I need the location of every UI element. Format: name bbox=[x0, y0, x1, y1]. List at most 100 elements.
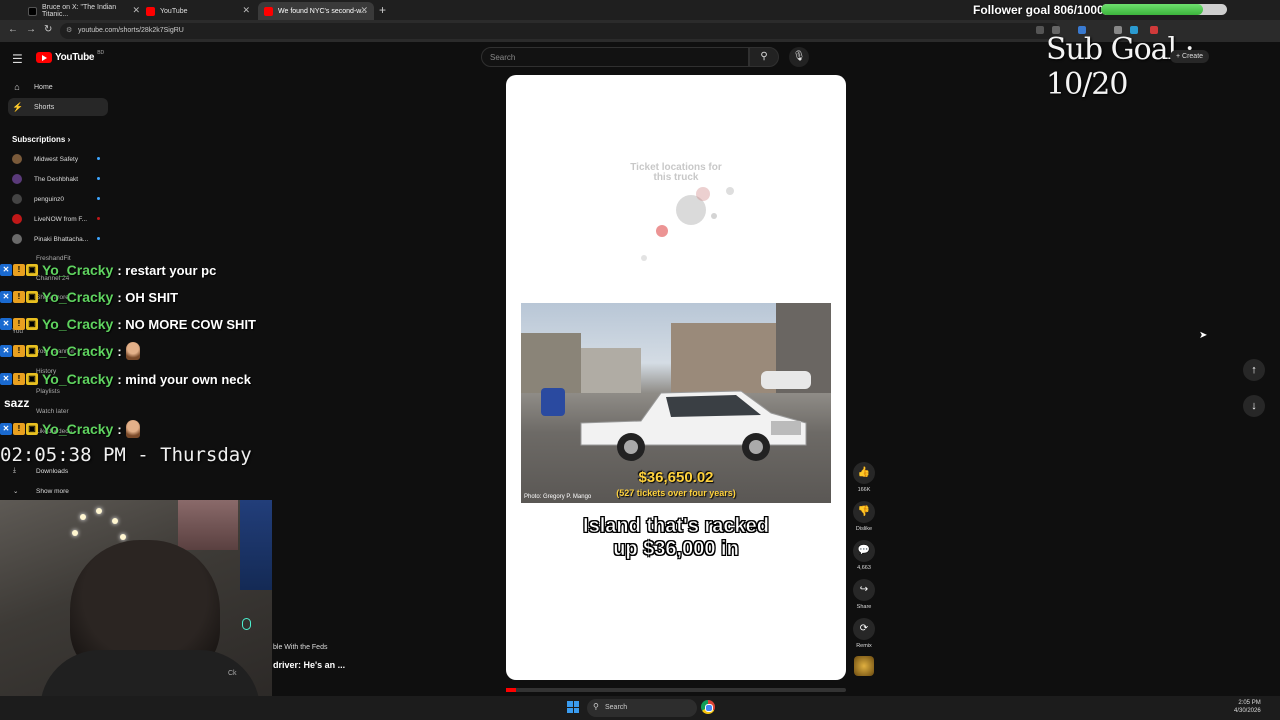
video-caption: Island that's racked up $36,000 in bbox=[506, 515, 846, 561]
sub-name: Pinaki Bhattacha... bbox=[34, 235, 89, 243]
chat-text: : OH SHIT bbox=[117, 289, 179, 305]
blue-car bbox=[541, 388, 565, 416]
close-icon[interactable]: ✕ bbox=[132, 5, 140, 16]
create-button[interactable]: + Create bbox=[1170, 50, 1210, 63]
follower-goal-label: Follower goal 806/1000 bbox=[973, 3, 1104, 17]
background-video-title: ble With the Feds bbox=[273, 644, 328, 651]
sidebar-sub-item[interactable]: Midwest Safety bbox=[12, 154, 100, 164]
voice-search-button[interactable]: 🎙 bbox=[789, 47, 809, 67]
comment-button[interactable]: 💬 4,663 bbox=[852, 540, 876, 571]
remix-button[interactable]: ⟳ Remix bbox=[852, 618, 876, 649]
chat-username: Yo_Cracky bbox=[42, 262, 114, 278]
search-input[interactable]: Search bbox=[481, 47, 749, 67]
download-icon: ⤓ bbox=[13, 467, 16, 474]
site-info-icon[interactable]: ⚙ bbox=[66, 26, 72, 34]
sidebar-item-faded[interactable]: Watch later bbox=[36, 408, 69, 415]
extension-icon[interactable] bbox=[1036, 26, 1044, 34]
next-short-button[interactable]: ↓ bbox=[1243, 395, 1265, 417]
taskbar-time: 2:05 PM bbox=[1238, 700, 1261, 706]
chat-username: Yo_Cracky bbox=[42, 343, 114, 359]
tab-label: Bruce on X: "The Indian Titanic... bbox=[42, 4, 117, 18]
sidebar-sub-item[interactable]: LiveNOW from F... bbox=[12, 214, 100, 224]
chat-badges: ✕! ▣ bbox=[0, 264, 38, 276]
follower-goal-bar bbox=[1101, 4, 1227, 15]
badge-icon: ! bbox=[13, 423, 25, 435]
dislike-button[interactable]: 👎 Dislike bbox=[852, 501, 876, 532]
tab-label: YouTube bbox=[160, 7, 188, 15]
chat-message: ✕! ▣ Yo_Cracky: bbox=[0, 341, 140, 361]
white-pickup-truck bbox=[580, 390, 807, 461]
search-button[interactable]: ⚲ bbox=[749, 47, 779, 67]
badge-icon: ! bbox=[13, 291, 25, 303]
chat-badges: ✕! ▣ bbox=[0, 291, 38, 303]
badge-icon: ✕ bbox=[0, 291, 12, 303]
avatar bbox=[12, 214, 22, 224]
youtube-icon bbox=[146, 6, 155, 16]
truck-photo: $36,650.02 (527 tickets over four years)… bbox=[521, 303, 831, 503]
taskbar-clock[interactable]: 2:05 PM 4/30/2026 bbox=[1234, 699, 1261, 715]
channel-avatar[interactable] bbox=[854, 656, 874, 676]
back-icon[interactable]: ← bbox=[8, 24, 18, 35]
logo-country: BD bbox=[97, 49, 105, 56]
sidebar-item-faded[interactable]: Playlists bbox=[36, 388, 60, 395]
ticket-location-map bbox=[636, 185, 766, 285]
avatar bbox=[12, 174, 22, 184]
arrow-down-icon: ↓ bbox=[1251, 400, 1257, 412]
photo-credit: Photo: Gregory P. Mango bbox=[524, 494, 592, 500]
url-field[interactable]: ⚙ youtube.com/shorts/28k2k7SigRU bbox=[60, 23, 1060, 39]
sub-name: penguinz0 bbox=[34, 195, 64, 203]
subscriptions-heading[interactable]: Subscriptions › bbox=[12, 135, 70, 144]
subscriptions-label: Subscriptions bbox=[12, 135, 66, 144]
logo-text: YouTube bbox=[55, 52, 95, 63]
tab-label: We found NYC's second-w... bbox=[278, 7, 367, 15]
new-content-dot bbox=[97, 177, 100, 180]
badge-icon: ✕ bbox=[0, 423, 12, 435]
video-progress-bar[interactable] bbox=[506, 688, 846, 692]
webcam-feed: Ck bbox=[0, 500, 272, 720]
screen: Bruce on X: "The Indian Titanic... ✕ You… bbox=[0, 0, 1280, 720]
chat-text: : NO MORE COW SHIT bbox=[117, 316, 257, 332]
sidebar-sub-item[interactable]: penguinz0 bbox=[12, 194, 100, 204]
previous-short-button[interactable]: ↑ bbox=[1243, 359, 1265, 381]
new-tab-button[interactable]: + bbox=[379, 3, 386, 17]
remix-icon: ⟳ bbox=[853, 618, 875, 640]
chat-text: : bbox=[117, 421, 122, 437]
reload-icon[interactable]: ↻ bbox=[44, 24, 52, 35]
like-button[interactable]: 👍 166K bbox=[852, 462, 876, 493]
chat-badges: ✕! ▣ bbox=[0, 318, 38, 330]
share-button[interactable]: ↪ Share bbox=[852, 579, 876, 610]
chat-username: Yo_Cracky bbox=[42, 421, 114, 437]
badge-icon: ✕ bbox=[0, 373, 12, 385]
close-icon[interactable]: ✕ bbox=[242, 5, 250, 16]
new-content-dot bbox=[97, 237, 100, 240]
sidebar-item-downloads[interactable]: Downloads bbox=[36, 468, 68, 475]
sidebar-item-shorts[interactable]: ⚡ Shorts bbox=[8, 98, 108, 116]
sidebar-item-label: Shorts bbox=[34, 103, 55, 111]
windows-start-icon[interactable] bbox=[567, 701, 579, 713]
taskbar-search[interactable]: ⚲ Search bbox=[587, 699, 697, 717]
chrome-icon[interactable] bbox=[701, 700, 715, 714]
menu-icon[interactable]: ☰ bbox=[12, 52, 23, 66]
dislike-icon: 👎 bbox=[853, 501, 875, 523]
sidebar-sub-item[interactable]: Pinaki Bhattacha... bbox=[12, 234, 100, 244]
badge-icon: ! bbox=[13, 373, 25, 385]
home-icon: ⌂ bbox=[14, 82, 20, 92]
shorts-player[interactable]: Ticket locations for this truck $36,650.… bbox=[506, 75, 846, 680]
badge-icon: ▣ bbox=[26, 291, 38, 303]
youtube-logo[interactable]: YouTube BD bbox=[36, 49, 105, 63]
close-icon[interactable]: ✕ bbox=[360, 5, 368, 16]
chevron-down-icon: ⌄ bbox=[13, 488, 19, 495]
forward-icon[interactable]: → bbox=[26, 24, 36, 35]
badge-icon: ✕ bbox=[0, 264, 12, 276]
chat-message: ✕! ▣ Yo_Cracky: mind your own neck bbox=[0, 369, 251, 389]
follower-goal-fill bbox=[1101, 4, 1203, 15]
show-more-button[interactable]: Show more bbox=[36, 488, 69, 495]
sidebar-sub-item[interactable]: The Deshbhakt bbox=[12, 174, 100, 184]
tab-x[interactable]: Bruce on X: "The Indian Titanic... ✕ bbox=[22, 2, 146, 20]
arrow-up-icon: ↑ bbox=[1251, 364, 1257, 376]
shorts-icon: ⚡ bbox=[12, 101, 24, 112]
chat-text: : bbox=[117, 343, 122, 359]
sidebar-item-home[interactable]: ⌂ Home bbox=[8, 78, 108, 96]
tab-youtube[interactable]: YouTube ✕ bbox=[140, 2, 256, 20]
tab-shorts[interactable]: We found NYC's second-w... ✕ bbox=[258, 2, 374, 20]
